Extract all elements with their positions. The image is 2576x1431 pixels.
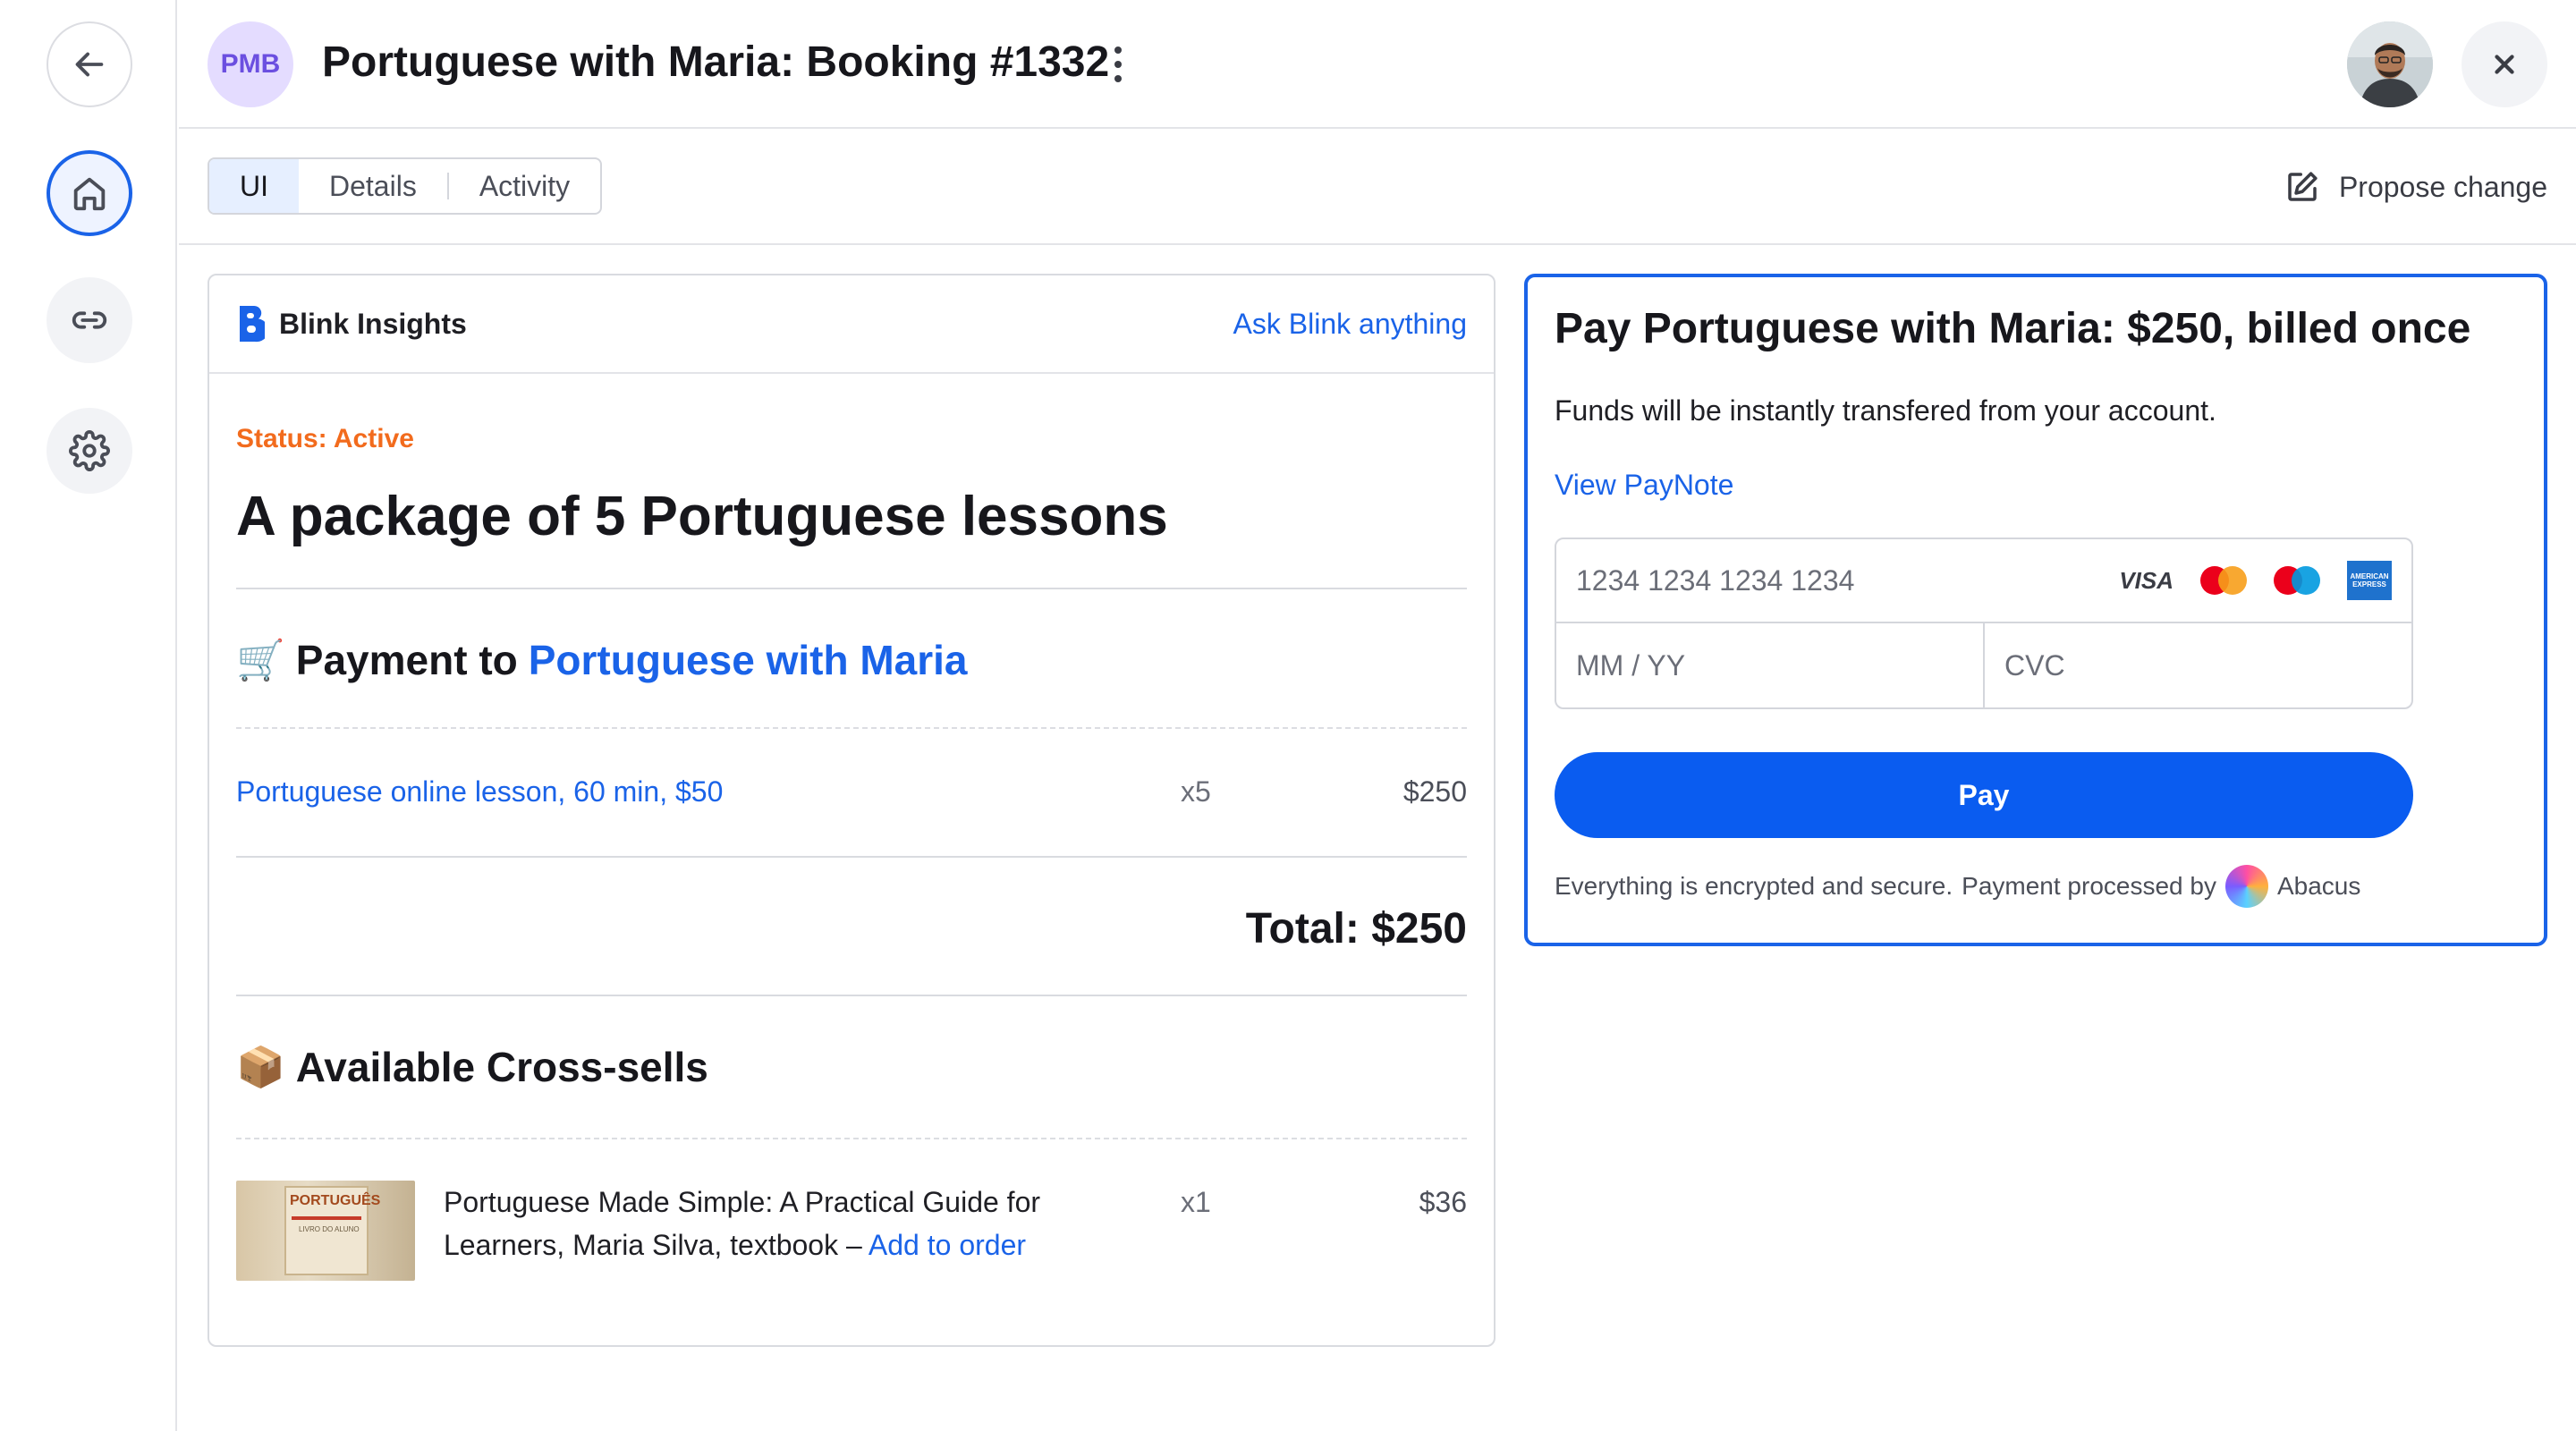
blink-brand: Blink Insights xyxy=(236,304,467,343)
more-options-icon[interactable] xyxy=(1107,47,1129,82)
payment-heading: 🛒 Payment to Portuguese with Maria xyxy=(236,636,1467,684)
propose-change-button[interactable]: Propose change xyxy=(2284,165,2547,209)
card-brands: VISA AMERICAN EXPRESS xyxy=(2119,561,2392,600)
line-item-description[interactable]: Portuguese online lesson, 60 min, $50 xyxy=(236,775,1181,809)
divider xyxy=(179,243,2576,245)
tab-details[interactable]: Details xyxy=(299,159,447,213)
divider xyxy=(236,856,1467,858)
payment-title: Pay Portuguese with Maria: $250, billed … xyxy=(1555,305,2471,352)
user-photo-icon xyxy=(2347,21,2433,107)
page-header: PMB Portuguese with Maria: Booking #1332 xyxy=(179,0,2576,129)
crosssell-description: Portuguese Made Simple: A Practical Guid… xyxy=(415,1181,1181,1266)
insights-card: Blink Insights Ask Blink anything Status… xyxy=(208,274,1496,1347)
status-text: Status: Active xyxy=(236,424,414,453)
book-cover: PORTUGUÊS LIVRO DO ALUNO xyxy=(284,1186,380,1275)
page-title: Portuguese with Maria: Booking #1332 xyxy=(322,38,1110,86)
divider xyxy=(236,727,1467,729)
crosssell-heading: 📦 Available Cross-sells xyxy=(236,1043,1467,1091)
card-expiry-cvc-row: MM / YY CVC xyxy=(1556,623,2411,707)
avatar[interactable] xyxy=(2347,21,2433,107)
maestro-icon xyxy=(2274,566,2320,595)
abacus-logo-icon xyxy=(2224,865,2268,908)
card-number-placeholder: 1234 1234 1234 1234 xyxy=(1576,563,1855,597)
processor-name: Abacus xyxy=(2276,872,2361,900)
book-cover-title: PORTUGUÊS xyxy=(290,1193,381,1208)
cart-icon: 🛒 xyxy=(236,639,285,682)
link-button[interactable] xyxy=(47,277,132,363)
view-tabs: UI Details Activity xyxy=(208,157,603,215)
tab-activity[interactable]: Activity xyxy=(449,159,600,213)
crosssell-item: PORTUGUÊS LIVRO DO ALUNO Portuguese Made… xyxy=(236,1181,1467,1281)
divider xyxy=(236,995,1467,996)
package-icon: 📦 xyxy=(236,1046,285,1089)
payment-note: Funds will be instantly transfered from … xyxy=(1555,394,2216,427)
book-cover-subtitle: LIVRO DO ALUNO xyxy=(299,1225,360,1233)
blink-brand-label: Blink Insights xyxy=(279,307,467,340)
close-icon xyxy=(2495,55,2514,74)
book-cover-rule xyxy=(292,1216,361,1220)
line-item-qty: x5 xyxy=(1181,775,1211,808)
tab-ui[interactable]: UI xyxy=(209,159,299,213)
security-note: Everything is encrypted and secure. Paym… xyxy=(1555,865,2517,908)
secure-text: Everything is encrypted and secure. xyxy=(1555,872,1953,900)
divider xyxy=(236,588,1467,589)
divider xyxy=(236,1138,1467,1139)
visa-icon: VISA xyxy=(2119,566,2174,594)
total-amount: Total: $250 xyxy=(1245,905,1467,953)
left-rail xyxy=(0,0,177,1431)
pay-button[interactable]: Pay xyxy=(1555,752,2413,838)
crosssell-qty: x1 xyxy=(1181,1186,1211,1218)
close-button[interactable] xyxy=(2462,21,2547,107)
payment-card: Pay Portuguese with Maria: $250, billed … xyxy=(1524,274,2547,946)
insights-header: Blink Insights Ask Blink anything xyxy=(209,275,1494,374)
crosssell-heading-label: Available Cross-sells xyxy=(295,1044,708,1090)
payment-heading-prefix: Payment to xyxy=(295,637,518,683)
expiry-placeholder: MM / YY xyxy=(1576,648,1686,682)
amex-icon: AMERICAN EXPRESS xyxy=(2347,561,2392,600)
mastercard-icon xyxy=(2200,566,2247,595)
edit-icon xyxy=(2288,172,2318,201)
payment-recipient-link[interactable]: Portuguese with Maria xyxy=(529,636,968,684)
cvc-field[interactable]: CVC xyxy=(1985,623,2411,707)
booking-badge: PMB xyxy=(208,21,293,107)
cvc-placeholder: CVC xyxy=(2004,648,2065,682)
expiry-field[interactable]: MM / YY xyxy=(1556,623,1985,707)
gear-icon xyxy=(69,430,110,471)
package-title: A package of 5 Portuguese lessons xyxy=(236,486,1168,547)
crosssell-amount: $36 xyxy=(1419,1186,1467,1218)
processed-by-text: Payment processed by xyxy=(1962,872,2216,900)
view-paynote-link[interactable]: View PayNote xyxy=(1555,469,2517,502)
back-button[interactable] xyxy=(47,21,132,107)
arrow-left-icon xyxy=(75,52,104,77)
propose-change-label: Propose change xyxy=(2338,170,2547,203)
home-button[interactable] xyxy=(47,150,132,236)
blink-logo-icon xyxy=(240,305,265,343)
card-number-field[interactable]: 1234 1234 1234 1234 VISA AMERICAN EXPRES… xyxy=(1556,539,2411,623)
book-cover-image: PORTUGUÊS LIVRO DO ALUNO xyxy=(236,1181,415,1281)
add-to-order-link[interactable]: Add to order xyxy=(869,1229,1026,1261)
ask-blink-link[interactable]: Ask Blink anything xyxy=(1233,308,1467,341)
settings-button[interactable] xyxy=(47,408,132,494)
link-icon xyxy=(72,311,107,329)
line-item-amount: $250 xyxy=(1402,775,1467,808)
insights-body: Status: Active A package of 5 Portuguese… xyxy=(209,424,1494,1281)
home-icon xyxy=(73,177,106,211)
card-form: 1234 1234 1234 1234 VISA AMERICAN EXPRES… xyxy=(1555,538,2413,709)
line-item: Portuguese online lesson, 60 min, $50 x5… xyxy=(236,774,1467,809)
